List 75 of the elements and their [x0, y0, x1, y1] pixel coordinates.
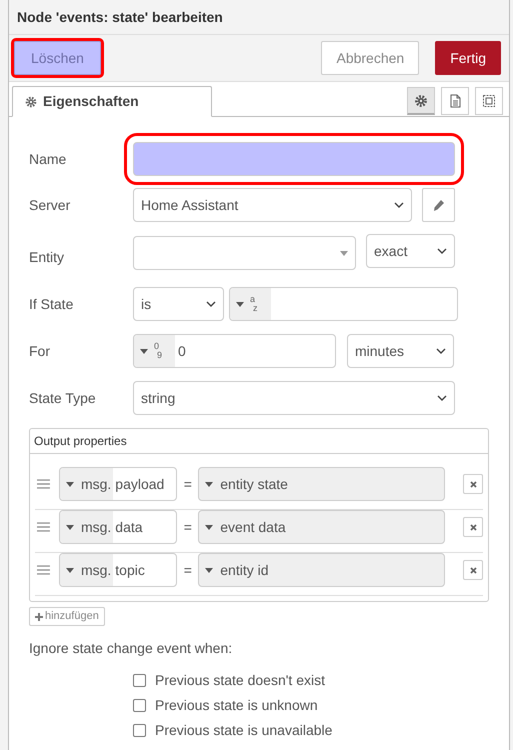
properties-tab[interactable]: Eigenschaften [12, 86, 212, 117]
type-selector[interactable]: 0 9 [134, 335, 175, 367]
equals-sign: = [182, 518, 193, 536]
type-glyph: a z [250, 295, 258, 313]
field-label: If State [29, 294, 74, 314]
tool-gear-button[interactable] [407, 87, 435, 115]
caret-down-icon [66, 568, 74, 572]
property-input[interactable]: msg. data [58, 510, 178, 544]
type-selector[interactable]: msg. [60, 554, 114, 586]
caret-down-icon [205, 482, 214, 486]
state-input[interactable]: a z [229, 287, 458, 321]
field-label: Entity [29, 248, 66, 267]
checkbox[interactable] [133, 699, 146, 712]
drag-handle-icon[interactable] [37, 479, 50, 489]
settings-icon [414, 94, 428, 108]
property-input[interactable]: msg. payload [58, 467, 178, 501]
drag-handle-icon[interactable] [37, 565, 50, 575]
close-icon [470, 566, 477, 574]
remove-button[interactable] [463, 560, 483, 580]
chevron-down-icon [394, 202, 404, 208]
drag-handle-icon[interactable] [37, 522, 50, 532]
field-label: Name [29, 150, 68, 168]
chevron-down-icon [437, 248, 447, 254]
primary-button[interactable]: Fertig [435, 41, 501, 75]
field-label: State Type [29, 388, 97, 408]
match-select[interactable]: exact [366, 234, 455, 268]
section-title: Output properties [34, 433, 127, 450]
type-glyph: 0 9 [154, 342, 162, 360]
frame-icon [482, 94, 496, 108]
value-selector[interactable]: event data [198, 510, 446, 544]
caret-down-icon [140, 348, 148, 354]
equals-sign: = [182, 560, 193, 580]
state-type-select[interactable]: string [133, 381, 455, 415]
checkbox[interactable] [133, 674, 146, 687]
caret-down-icon [205, 568, 214, 572]
remove-button[interactable] [463, 517, 483, 537]
caret-down-icon [205, 524, 214, 530]
caret-down-icon [236, 302, 244, 306]
remove-button[interactable] [463, 474, 483, 494]
plus-icon [35, 612, 43, 620]
option-label: Previous state doesn't exist [155, 671, 325, 690]
chevron-down-icon [206, 301, 216, 307]
caret-down-icon [66, 482, 74, 486]
tool-document-button[interactable] [441, 87, 469, 115]
section-label: Ignore state change event when: [29, 639, 234, 658]
close-icon [470, 524, 477, 530]
cancel-button[interactable]: Abbrechen [321, 41, 420, 75]
field-label: Server [29, 196, 72, 214]
gear-icon [25, 96, 37, 108]
duration-input[interactable]: 0 9 0 [133, 334, 336, 368]
tool-frame-button[interactable] [475, 87, 503, 115]
caret-down-icon [66, 524, 74, 530]
type-selector[interactable]: msg. [60, 511, 114, 543]
option-label: Previous state is unknown [155, 696, 318, 715]
value-selector[interactable]: entity id [198, 553, 446, 587]
chevron-down-icon [437, 395, 447, 401]
option-label: Previous state is unavailable [155, 721, 332, 740]
equals-sign: = [182, 474, 193, 494]
pencil-icon [433, 200, 444, 210]
server-select[interactable]: Home Assistant [133, 188, 412, 222]
type-selector[interactable]: a z [230, 288, 271, 320]
edit-button[interactable] [422, 188, 455, 222]
add-button[interactable]: hinzufügen [29, 607, 105, 626]
close-icon [470, 480, 477, 488]
caret-down-icon [340, 250, 348, 256]
unit-select[interactable]: minutes [347, 334, 454, 368]
type-selector[interactable]: msg. [60, 468, 114, 500]
property-input[interactable]: msg. topic [58, 553, 178, 587]
document-icon [448, 94, 462, 108]
value-selector[interactable]: entity state [198, 467, 446, 501]
operator-select[interactable]: is [133, 287, 224, 321]
window-title: Node 'events: state' bearbeiten [17, 8, 223, 26]
field-label: For [29, 342, 51, 360]
checkbox[interactable] [133, 724, 146, 737]
chevron-down-icon [436, 348, 446, 354]
